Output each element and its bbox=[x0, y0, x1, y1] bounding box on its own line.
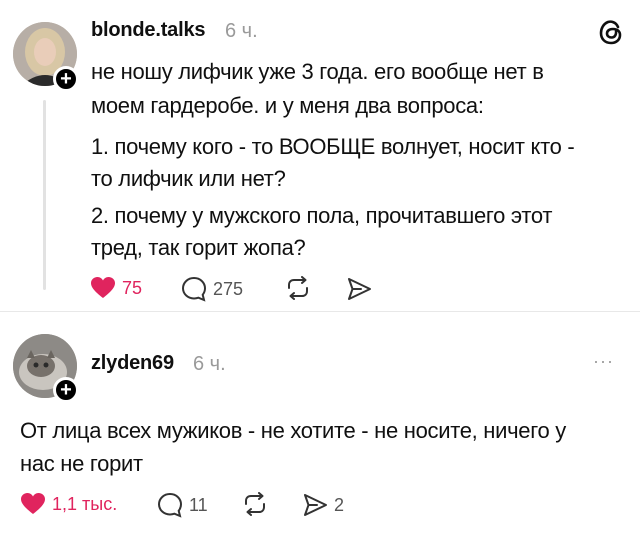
reply-username[interactable]: zlyden69 bbox=[91, 352, 174, 375]
share-button[interactable] bbox=[346, 277, 372, 301]
post-question-2-line-2: тред, так горит жопа? bbox=[91, 235, 306, 260]
repost-button[interactable] bbox=[285, 276, 311, 300]
reply-count: 11 bbox=[189, 494, 208, 515]
share-count: 2 bbox=[334, 494, 345, 515]
post-text-line-1: не ношу лифчик уже 3 года. его вообще не… bbox=[91, 59, 544, 84]
reply-button[interactable]: 11 bbox=[157, 492, 208, 518]
threads-logo-icon[interactable] bbox=[598, 18, 624, 46]
post-question-1-line-1: 1. почему кого - то ВООБЩЕ волнует, носи… bbox=[91, 134, 575, 159]
comment-icon bbox=[181, 276, 207, 302]
reply-count: 275 bbox=[213, 278, 244, 299]
share-button[interactable]: 2 bbox=[302, 493, 344, 517]
post-text-line-2: моем гардеробе. и у меня два вопроса: bbox=[91, 93, 484, 118]
follow-plus-icon[interactable]: + bbox=[53, 66, 79, 92]
thread-post-1: + blonde.talks 6 ч. не ношу лифчик уже 3… bbox=[0, 0, 640, 310]
reply-text-line-1: От лица всех мужиков - не хотите - не но… bbox=[20, 418, 566, 443]
thread-connector-line bbox=[43, 100, 46, 290]
post-divider bbox=[0, 311, 640, 312]
heart-icon bbox=[21, 493, 45, 514]
send-icon bbox=[304, 494, 327, 516]
post-question-1-line-2: то лифчик или нет? bbox=[91, 166, 286, 191]
reply-button[interactable]: 275 bbox=[181, 276, 243, 302]
post-question-2-line-1: 2. почему у мужского пола, прочитавшего … bbox=[91, 203, 553, 228]
send-icon bbox=[348, 278, 371, 300]
repost-icon bbox=[288, 276, 308, 300]
repost-button[interactable] bbox=[242, 492, 268, 516]
like-button[interactable]: 75 bbox=[90, 276, 142, 300]
reply-time: 6 ч. bbox=[193, 353, 226, 375]
repost-icon bbox=[245, 492, 265, 516]
like-count: 1,1 тыс. bbox=[52, 493, 118, 514]
like-count: 75 bbox=[122, 277, 143, 298]
more-icon[interactable]: ··· bbox=[593, 351, 614, 372]
comment-icon bbox=[157, 492, 183, 518]
post-time: 6 ч. bbox=[225, 20, 258, 42]
reply-text-line-2: нас не горит bbox=[20, 451, 143, 476]
follow-plus-icon[interactable]: + bbox=[53, 377, 79, 403]
post-username[interactable]: blonde.talks bbox=[91, 19, 205, 42]
heart-icon bbox=[91, 277, 115, 298]
like-button[interactable]: 1,1 тыс. bbox=[20, 492, 117, 516]
